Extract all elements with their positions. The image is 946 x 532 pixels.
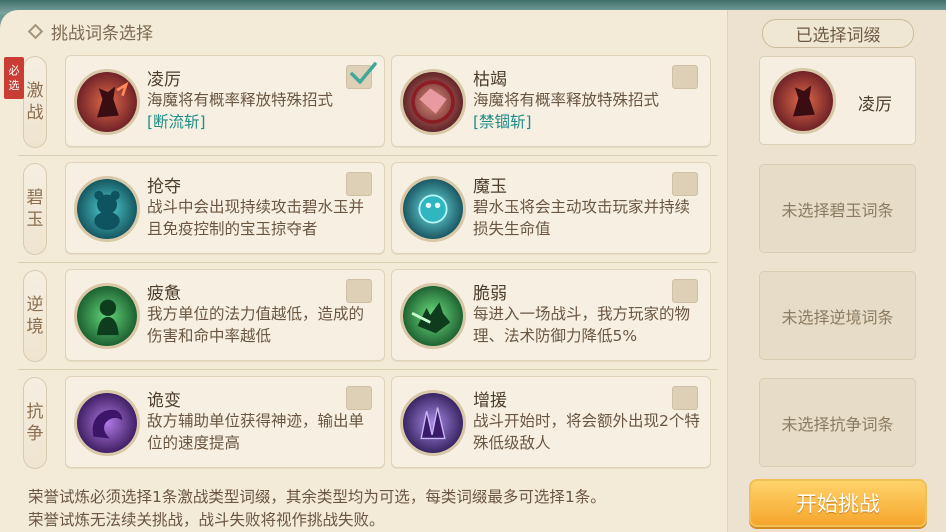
teal-orb-icon [400, 176, 466, 242]
affix-card-pibei[interactable]: 疲惫 我方单位的法力值越低，造成的伤害和命中率越低 [65, 269, 385, 361]
affix-desc: 每进入一场战斗，我方玩家的物理、法术防御力降低5% [473, 305, 691, 345]
affix-title: 疲惫 [147, 284, 181, 304]
checkmark-icon [350, 62, 377, 84]
rules-line-2: 荣誉试炼无法续关挑战，战斗失败将视作挑战失败。 [28, 511, 385, 529]
category-label: 激 战 [23, 56, 47, 148]
diamond-icon [27, 23, 44, 39]
red-demon-icon [770, 68, 836, 134]
red-gem-icon [400, 69, 466, 135]
affix-checkbox-checked[interactable] [346, 62, 377, 89]
row-biyu: 碧 玉 抢夺 战斗中会出现持续攻击碧水玉并且免疫控制的宝玉掠夺者 魔玉 碧水玉将… [18, 161, 720, 267]
affix-desc: 敌方辅助单位获得神迹，输出单位的速度提高 [147, 412, 365, 452]
selected-slot-kangzheng[interactable]: 未选择抗争词条 [759, 378, 916, 467]
category-label: 碧 玉 [23, 163, 47, 255]
rules-line-1: 荣誉试炼必须选择1条激战类型词缀，其余类型均为可选，每类词缀最多可选择1条。 [28, 488, 606, 506]
teal-bear-icon [74, 176, 140, 242]
category-label: 逆 境 [23, 270, 47, 362]
selected-affix-label: 凌厉 [858, 95, 892, 115]
rules-note: 荣誉试炼必须选择1条激战类型词缀，其余类型均为可选，每类词缀最多可选择1条。 荣… [28, 486, 606, 532]
selected-slot-jizhan[interactable]: 凌厉 [759, 56, 916, 145]
affix-title: 魔玉 [473, 177, 507, 197]
divider [18, 155, 718, 156]
divider [18, 369, 718, 370]
affix-desc: 碧水玉将会主动攻击玩家并持续损失生命值 [473, 198, 691, 238]
affix-title: 枯竭 [473, 70, 507, 90]
affix-desc: 海魔将有概率释放特殊招式 [断流斩] [147, 91, 334, 131]
affix-title: 诡变 [147, 391, 181, 411]
affix-title: 脆弱 [473, 284, 507, 304]
affix-title: 凌厉 [147, 70, 181, 90]
red-demon-icon [74, 69, 140, 135]
affix-card-qiangduo[interactable]: 抢夺 战斗中会出现持续攻击碧水玉并且免疫控制的宝玉掠夺者 [65, 162, 385, 254]
affix-desc: 战斗中会出现持续攻击碧水玉并且免疫控制的宝玉掠夺者 [147, 198, 365, 238]
green-cat-icon [400, 283, 466, 349]
affix-checkbox[interactable] [672, 386, 698, 410]
affix-checkbox[interactable] [346, 279, 372, 303]
affix-checkbox[interactable] [346, 386, 372, 410]
required-badge: 必选 [4, 57, 24, 99]
green-figure-icon [74, 283, 140, 349]
affix-card-guibian[interactable]: 诡变 敌方辅助单位获得神迹，输出单位的速度提高 [65, 376, 385, 468]
row-jizhan: 激 战 凌厉 海魔将有概率释放特殊招式 [断流斩] 枯竭 海魔将有概率释放特殊招式… [18, 54, 720, 160]
affix-card-kujie[interactable]: 枯竭 海魔将有概率释放特殊招式 [禁锢斩] [391, 55, 711, 147]
row-kangzheng: 抗 争 诡变 敌方辅助单位获得神迹，输出单位的速度提高 增援 战斗开始时，将会额… [18, 375, 720, 481]
section-title: 挑战词条选择 [51, 23, 153, 44]
affix-desc: 我方单位的法力值越低，造成的伤害和命中率越低 [147, 305, 365, 345]
affix-checkbox[interactable] [672, 65, 698, 89]
affix-title: 增援 [473, 391, 507, 411]
divider [18, 262, 718, 263]
affix-card-lingli[interactable]: 凌厉 海魔将有概率释放特殊招式 [断流斩] [65, 55, 385, 147]
affix-checkbox[interactable] [346, 172, 372, 196]
affix-title: 抢夺 [147, 177, 181, 197]
purple-crystal-icon [400, 390, 466, 456]
row-nijing: 逆 境 疲惫 我方单位的法力值越低，造成的伤害和命中率越低 脆弱 每进入一场战斗… [18, 268, 720, 374]
section-header: 挑战词条选择 [27, 20, 153, 44]
category-label: 抗 争 [23, 377, 47, 469]
affix-card-zengyuan[interactable]: 增援 战斗开始时，将会额外出现2个特殊低级敌人 [391, 376, 711, 468]
purple-swirl-icon [74, 390, 140, 456]
skill-tag: [断流斩] [147, 113, 206, 131]
affix-checkbox[interactable] [672, 172, 698, 196]
affix-desc: 战斗开始时，将会额外出现2个特殊低级敌人 [473, 412, 700, 452]
affix-card-cuiruo[interactable]: 脆弱 每进入一场战斗，我方玩家的物理、法术防御力降低5% [391, 269, 711, 361]
affix-checkbox[interactable] [672, 279, 698, 303]
selected-slot-nijing[interactable]: 未选择逆境词条 [759, 271, 916, 360]
selected-slot-biyu[interactable]: 未选择碧玉词条 [759, 164, 916, 253]
start-challenge-button[interactable]: 开始挑战 [749, 479, 927, 527]
affix-desc: 海魔将有概率释放特殊招式 [禁锢斩] [473, 91, 660, 131]
affix-card-moyu[interactable]: 魔玉 碧水玉将会主动攻击玩家并持续损失生命值 [391, 162, 711, 254]
selected-affix-title: 已选择词缀 [762, 19, 914, 48]
skill-tag: [禁锢斩] [473, 113, 532, 131]
